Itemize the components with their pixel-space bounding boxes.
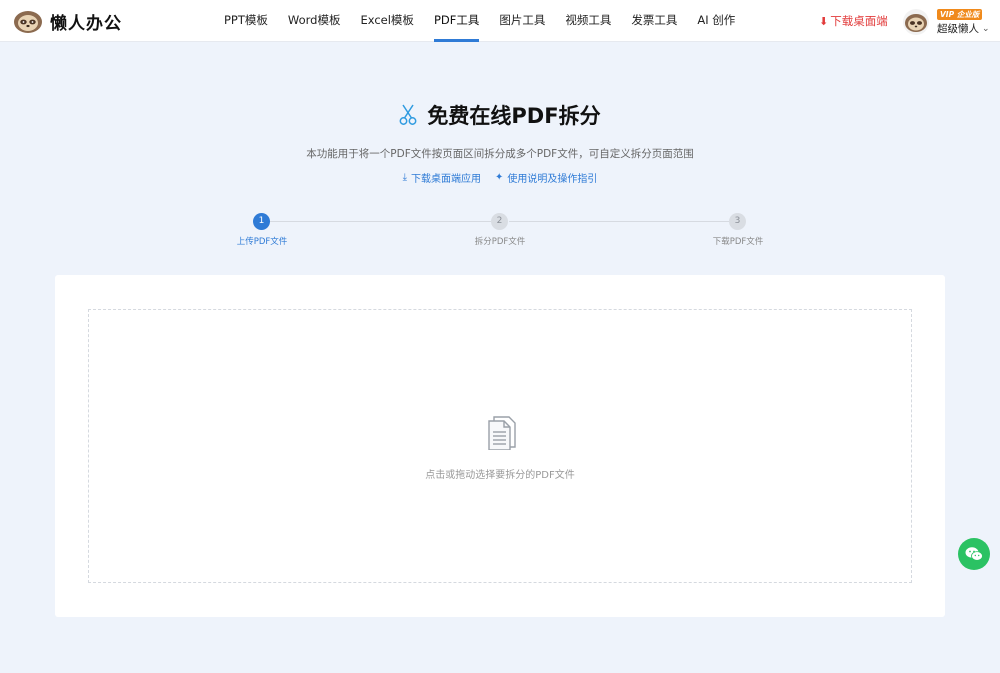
top-header: 懒人办公 PPT模板 Word模板 Excel模板 PDF工具 图片工具 视频工… [0,0,1000,42]
step-2-dot: 2 [491,213,508,230]
step-1-label: 上传PDF文件 [236,237,288,247]
nav-excel[interactable]: Excel模板 [360,0,413,42]
step-1-dot: 1 [253,213,270,230]
download-desktop-label: 下载桌面端 [830,14,888,28]
document-icon [488,416,516,450]
logo-text: 懒人办公 [50,13,122,34]
nav-pdf[interactable]: PDF工具 [433,0,480,42]
page-title: 免费在线PDF拆分 [427,104,601,128]
sloth-logo-icon [14,11,42,33]
nav-word[interactable]: Word模板 [288,0,341,42]
guide-label: 使用说明及操作指引 [507,174,598,185]
dropzone-prompt: 点击或拖动选择要拆分的PDF文件 [425,470,575,481]
download-app-link[interactable]: ⤓ 下载桌面端应用 [403,170,481,185]
step-connector [509,221,729,222]
nav-ai[interactable]: AI 创作 [697,0,735,42]
progress-steps: 1 上传PDF文件 2 拆分PDF文件 3 下载PDF文件 [0,212,1000,252]
sloth-avatar-icon [905,14,927,32]
download-desktop-button[interactable]: ⬇ 下载桌面端 [819,13,888,29]
wechat-icon [965,547,983,561]
page-subtitle: 本功能用于将一个PDF文件按页面区间拆分成多个PDF文件，可自定义拆分页面范围 [306,148,694,160]
sparkle-icon: ✦ [495,172,504,183]
username-label: 超级懒人 [937,23,979,35]
scissors-icon [399,104,417,125]
guide-link[interactable]: ✦ 使用说明及操作指引 [495,170,597,185]
site-logo[interactable]: 懒人办公 [12,7,122,35]
wechat-support-button[interactable] [958,538,990,570]
main-nav: PPT模板 Word模板 Excel模板 PDF工具 图片工具 视频工具 发票工… [224,0,755,42]
avatar[interactable] [903,9,929,35]
nav-ppt[interactable]: PPT模板 [224,0,268,42]
user-menu[interactable]: 超级懒人 ⌄ [937,21,990,36]
step-3-label: 下载PDF文件 [712,237,764,247]
file-dropzone[interactable]: 点击或拖动选择要拆分的PDF文件 [88,309,912,583]
chevron-down-icon: ⌄ [982,23,990,34]
nav-invoice[interactable]: 发票工具 [631,0,677,42]
download-app-label: 下载桌面端应用 [411,174,482,185]
nav-video[interactable]: 视频工具 [565,0,611,42]
nav-image[interactable]: 图片工具 [499,0,545,42]
upload-card: 点击或拖动选择要拆分的PDF文件 [55,275,945,617]
step-3-dot: 3 [729,213,746,230]
download-icon: ⤓ [402,172,408,183]
page-title-row: 免费在线PDF拆分 [0,100,1000,130]
step-connector [270,221,491,222]
helper-links: ⤓ 下载桌面端应用 ✦ 使用说明及操作指引 [0,170,1000,185]
download-icon: ⬇ [819,14,829,28]
step-2-label: 拆分PDF文件 [474,237,526,247]
vip-badge: VIP 企业版 [937,9,983,20]
